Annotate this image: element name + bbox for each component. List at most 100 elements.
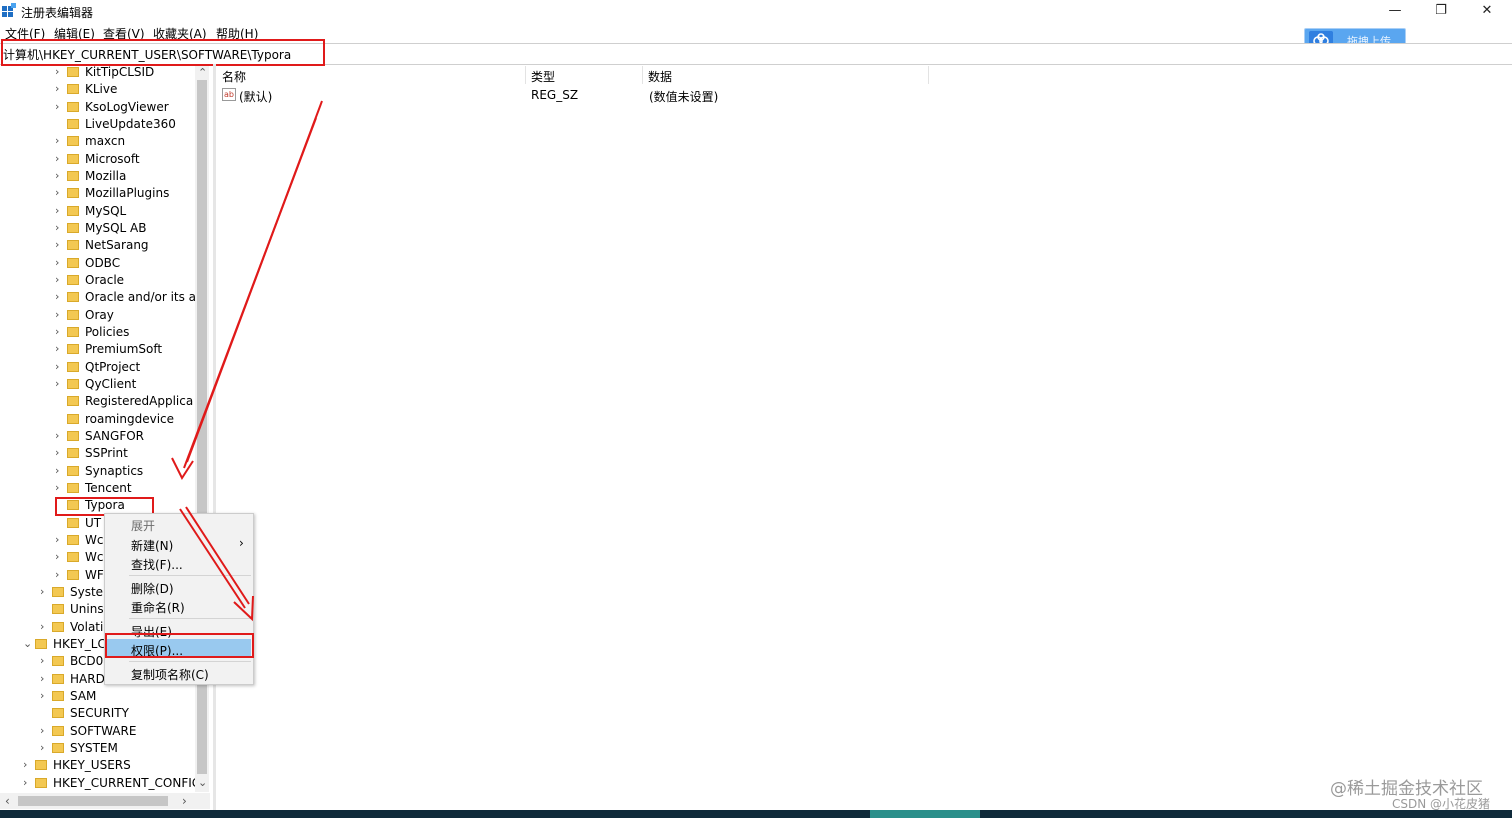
chevron-right-icon[interactable]: › (55, 186, 65, 199)
chevron-right-icon[interactable]: › (40, 724, 50, 737)
close-button[interactable]: ✕ (1464, 0, 1510, 24)
maximize-button[interactable]: ❐ (1418, 0, 1464, 24)
chevron-right-icon[interactable]: › (55, 464, 65, 477)
chevron-right-icon[interactable]: › (40, 689, 50, 702)
folder-icon (67, 430, 79, 441)
tree-item-label: Oracle (85, 272, 125, 287)
chevron-right-icon[interactable]: › (55, 568, 65, 581)
context-menu: 展开 新建(N) › 查找(F)... 删除(D) 重命名(R) 导出(E) 权… (104, 513, 254, 685)
folder-icon (35, 777, 47, 788)
column-divider[interactable] (525, 66, 526, 84)
folder-icon (67, 257, 79, 268)
chevron-right-icon[interactable]: › (55, 290, 65, 303)
chevron-right-icon[interactable]: › (55, 481, 65, 494)
tree-item-label: maxcn (85, 134, 126, 149)
chevron-right-icon[interactable]: › (55, 325, 65, 338)
folder-icon (67, 101, 79, 112)
scroll-down-arrow-icon[interactable]: ⌄ (198, 776, 207, 789)
value-name[interactable]: (默认) (239, 88, 272, 105)
address-highlight-box (1, 39, 325, 66)
menu-item-rename[interactable]: 重命名(R) (131, 599, 185, 616)
chevron-right-icon[interactable]: › (55, 134, 65, 147)
folder-icon (67, 67, 79, 77)
chevron-right-icon[interactable]: › (55, 550, 65, 563)
chevron-right-icon[interactable]: › (55, 377, 65, 390)
folder-icon (67, 344, 79, 355)
chevron-right-icon[interactable]: › (55, 152, 65, 165)
column-header-type[interactable]: 类型 (531, 68, 555, 85)
scroll-right-arrow-icon[interactable]: › (182, 794, 187, 808)
scroll-left-arrow-icon[interactable]: ‹ (5, 794, 10, 808)
folder-icon (67, 552, 79, 563)
tree-horizontal-scroll-thumb[interactable] (18, 796, 168, 806)
folder-icon (67, 274, 79, 285)
tree-item-label: NetSarang (85, 238, 149, 253)
tree-item-label: roamingdevice (85, 411, 175, 426)
pane-splitter[interactable] (213, 64, 216, 810)
tree-item-label: HKEY_LC (53, 636, 106, 651)
column-divider[interactable] (928, 66, 929, 84)
tree-item-label: QtProject (85, 359, 141, 374)
column-header-data[interactable]: 数据 (648, 68, 672, 85)
folder-icon (67, 118, 79, 129)
chevron-right-icon[interactable]: › (55, 533, 65, 546)
taskbar-active-item[interactable] (870, 810, 980, 818)
chevron-right-icon[interactable]: › (23, 776, 33, 789)
scroll-up-arrow-icon[interactable]: ⌃ (198, 66, 207, 79)
folder-icon (67, 170, 79, 181)
chevron-right-icon[interactable]: › (55, 342, 65, 355)
chevron-right-icon[interactable]: › (40, 620, 50, 633)
tree-item-label: LiveUpdate360 (85, 116, 176, 131)
chevron-right-icon[interactable]: › (55, 82, 65, 95)
menu-item-expand[interactable]: 展开 (131, 517, 155, 534)
tree-item-label: PremiumSoft (85, 342, 163, 357)
chevron-right-icon[interactable]: › (55, 169, 65, 182)
chevron-right-icon[interactable]: › (55, 308, 65, 321)
chevron-right-icon[interactable]: › (40, 654, 50, 667)
folder-icon (52, 742, 64, 753)
tree-item-label: SECURITY (70, 706, 129, 721)
column-divider[interactable] (642, 66, 643, 84)
menu-item-find[interactable]: 查找(F)... (131, 556, 183, 573)
chevron-right-icon[interactable]: › (40, 672, 50, 685)
folder-icon (52, 690, 64, 701)
tree-item-label: Wc (85, 532, 104, 547)
chevron-right-icon[interactable]: › (55, 100, 65, 113)
folder-icon (67, 517, 79, 528)
tree-item-label: MozillaPlugins (85, 186, 170, 201)
tree-item-label: Unins (70, 602, 104, 617)
tree-item-label: Tencent (85, 480, 132, 495)
tree-item-label: KsoLogViewer (85, 99, 169, 114)
tree-item-label: QyClient (85, 376, 137, 391)
chevron-right-icon[interactable]: › (55, 238, 65, 251)
folder-icon (67, 309, 79, 320)
chevron-right-icon[interactable]: › (55, 221, 65, 234)
chevron-right-icon[interactable]: › (40, 585, 50, 598)
folder-icon (67, 396, 79, 407)
folder-icon (67, 534, 79, 545)
tree-item-label: SYSTEM (70, 740, 118, 755)
chevron-right-icon[interactable]: › (40, 741, 50, 754)
chevron-right-icon[interactable]: › (55, 204, 65, 217)
tree-item-label: KitTipCLSID (85, 65, 155, 79)
chevron-right-icon[interactable]: › (55, 273, 65, 286)
minimize-button[interactable]: — (1372, 0, 1418, 24)
taskbar (0, 810, 1512, 818)
folder-icon (67, 569, 79, 580)
tree-item-label: Oray (85, 307, 114, 322)
chevron-right-icon[interactable]: › (55, 446, 65, 459)
chevron-right-icon[interactable]: › (55, 360, 65, 373)
folder-icon (67, 361, 79, 372)
column-header-name[interactable]: 名称 (222, 68, 246, 85)
chevron-right-icon[interactable]: › (55, 429, 65, 442)
folder-icon (67, 413, 79, 424)
folder-icon (67, 188, 79, 199)
chevron-down-icon[interactable]: ⌄ (23, 637, 33, 650)
menu-item-new[interactable]: 新建(N) (131, 537, 173, 554)
chevron-right-icon[interactable]: › (55, 256, 65, 269)
menu-item-delete[interactable]: 删除(D) (131, 580, 174, 597)
chevron-right-icon[interactable]: › (23, 758, 33, 771)
tree-item-label: RegisteredApplica (85, 394, 194, 409)
menu-item-copy-key-name[interactable]: 复制项名称(C) (131, 666, 209, 683)
chevron-right-icon[interactable]: › (55, 65, 65, 78)
